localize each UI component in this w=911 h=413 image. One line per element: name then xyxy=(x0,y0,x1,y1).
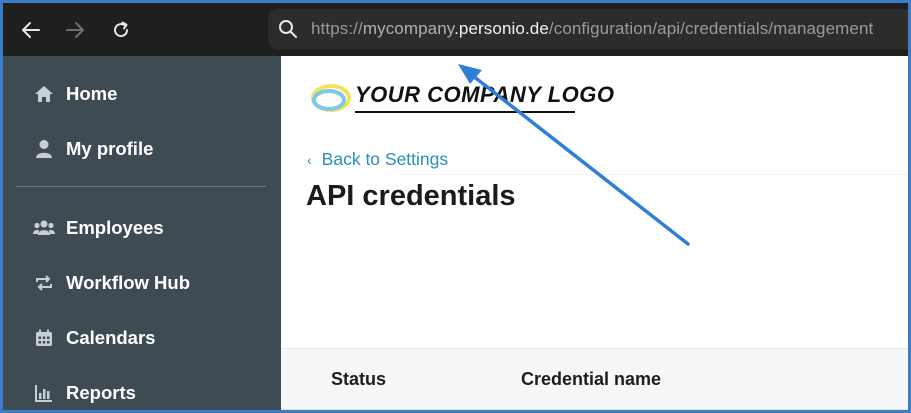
sidebar-item-label: Home xyxy=(66,83,118,104)
header-divider xyxy=(401,174,908,175)
page-title: API credentials xyxy=(306,180,516,212)
sidebar-item-label: Calendars xyxy=(66,327,156,348)
address-bar[interactable]: https://mycompany.personio.de/configurat… xyxy=(268,9,908,49)
logo-text: YOUR COMPANY LOGO xyxy=(355,82,615,107)
logo-underline xyxy=(355,111,575,113)
reports-icon xyxy=(33,382,55,404)
sidebar-item-reports[interactable]: Reports xyxy=(3,373,281,410)
browser-toolbar: https://mycompany.personio.de/configurat… xyxy=(3,3,908,56)
browser-window: https://mycompany.personio.de/configurat… xyxy=(3,3,908,410)
url-scheme: https:// xyxy=(311,19,363,38)
back-to-settings-link[interactable]: ‹ Back to Settings xyxy=(307,149,448,170)
sidebar-item-workflow-hub[interactable]: Workflow Hub xyxy=(3,263,281,303)
sidebar-divider xyxy=(16,186,266,187)
table-header: Status Credential name xyxy=(281,348,908,410)
logo-mark-icon xyxy=(311,84,351,112)
home-icon xyxy=(33,83,55,105)
reload-icon xyxy=(114,21,129,38)
column-header-credential-name[interactable]: Credential name xyxy=(521,369,661,390)
sidebar-item-my-profile[interactable]: My profile xyxy=(3,129,281,169)
forward-button[interactable] xyxy=(61,16,89,44)
sidebar-item-calendars[interactable]: Calendars xyxy=(3,318,281,358)
url-domain: .personio.de xyxy=(454,19,549,38)
url-subdomain: mycompany xyxy=(362,19,455,38)
sidebar-item-label: Workflow Hub xyxy=(66,272,191,293)
company-logo: YOUR COMPANY LOGO xyxy=(309,78,614,118)
arrow-left-icon xyxy=(22,22,40,38)
column-header-status[interactable]: Status xyxy=(331,369,386,390)
table-divider xyxy=(281,409,908,410)
sidebar-item-home[interactable]: Home xyxy=(3,74,281,114)
calendar-icon xyxy=(33,327,55,349)
sidebar-item-employees[interactable]: Employees xyxy=(3,208,281,248)
url-path: /configuration/api/credentials/managemen… xyxy=(548,19,874,38)
back-button[interactable] xyxy=(17,16,45,44)
sidebar-item-label: My profile xyxy=(66,138,154,159)
arrow-right-icon xyxy=(66,22,84,38)
people-icon xyxy=(33,217,55,239)
reload-button[interactable] xyxy=(107,16,135,44)
back-link-label: Back to Settings xyxy=(321,149,449,169)
url-text: https://mycompany.personio.de/configurat… xyxy=(311,19,873,39)
sidebar-item-label: Reports xyxy=(66,382,136,403)
workflow-icon xyxy=(33,272,55,294)
sidebar: Home My profile Employees Workflow Hub C… xyxy=(3,56,281,410)
main-content: YOUR COMPANY LOGO ‹ Back to Settings API… xyxy=(281,56,908,410)
chevron-left-icon: ‹ xyxy=(307,151,312,168)
sidebar-item-label: Employees xyxy=(66,217,164,238)
person-icon xyxy=(33,138,55,160)
search-icon xyxy=(278,19,298,44)
